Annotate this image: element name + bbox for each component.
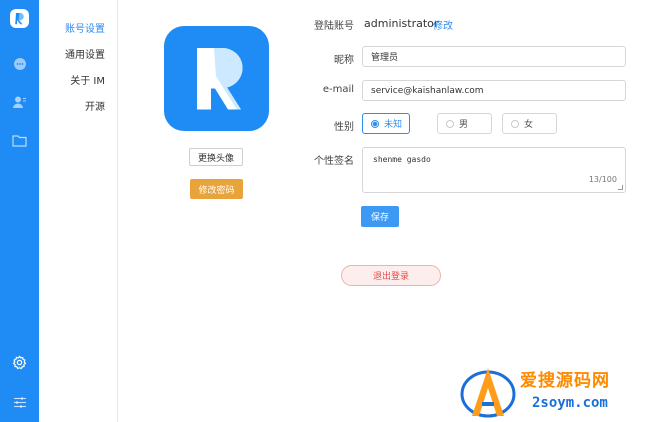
change-avatar-button[interactable]: 更换头像 bbox=[189, 148, 243, 166]
change-password-button[interactable]: 修改密码 bbox=[190, 179, 243, 199]
gender-radio-unknown[interactable]: 未知 bbox=[362, 113, 410, 134]
gender-label: 性别 bbox=[334, 122, 354, 133]
submenu-item-about-im[interactable]: 关于 IM bbox=[70, 72, 105, 87]
icon-rail bbox=[0, 0, 39, 422]
settings-gear-icon[interactable] bbox=[11, 354, 28, 371]
watermark-text-domain: 2soym.com bbox=[532, 395, 608, 411]
app-logo-icon bbox=[197, 48, 243, 110]
account-label: 登陆账号 bbox=[314, 21, 354, 32]
nickname-input[interactable]: 管理员 bbox=[362, 46, 626, 67]
avatar bbox=[164, 26, 269, 131]
submenu-item-open-source[interactable]: 开源 bbox=[85, 98, 105, 113]
submenu-item-general-settings[interactable]: 通用设置 bbox=[65, 46, 105, 61]
edit-account-link[interactable]: 修改 bbox=[433, 17, 453, 32]
logout-button[interactable]: 退出登录 bbox=[341, 265, 441, 286]
sliders-icon[interactable] bbox=[11, 394, 28, 411]
email-input[interactable]: service@kaishanlaw.com bbox=[362, 80, 626, 101]
contacts-icon[interactable] bbox=[11, 93, 28, 110]
nickname-label: 昵称 bbox=[334, 55, 354, 66]
resize-handle-icon[interactable] bbox=[618, 185, 623, 190]
app-logo-icon[interactable] bbox=[10, 9, 29, 28]
signature-value: shenme gasdo bbox=[373, 155, 431, 164]
gender-radio-male[interactable]: 男 bbox=[437, 113, 492, 134]
chat-icon[interactable] bbox=[11, 55, 28, 72]
gender-radio-label: 女 bbox=[524, 120, 534, 130]
radio-empty-icon bbox=[446, 119, 454, 128]
gender-radio-label: 男 bbox=[459, 120, 469, 130]
folder-icon[interactable] bbox=[11, 132, 28, 149]
nickname-value: 管理员 bbox=[371, 53, 399, 63]
settings-submenu: 账号设置 通用设置 关于 IM 开源 bbox=[39, 0, 118, 422]
submenu-item-account-settings[interactable]: 账号设置 bbox=[65, 20, 105, 35]
signature-textarea[interactable]: shenme gasdo 13/100 bbox=[362, 147, 626, 193]
gender-radio-female[interactable]: 女 bbox=[502, 113, 557, 134]
site-watermark: 爱搜源码网 2soym.com bbox=[458, 360, 658, 420]
gender-radio-label: 未知 bbox=[384, 120, 403, 130]
save-button[interactable]: 保存 bbox=[361, 206, 399, 227]
account-settings-panel: 更换头像 修改密码 登陆账号 administrator 修改 昵称 管理员 e… bbox=[118, 0, 660, 422]
email-label: e-mail bbox=[322, 84, 354, 95]
account-value: administrator bbox=[364, 17, 439, 30]
signature-char-count: 13/100 bbox=[588, 175, 617, 184]
radio-empty-icon bbox=[511, 119, 519, 128]
watermark-text-cn: 爱搜源码网 bbox=[520, 371, 610, 391]
watermark-logo-icon bbox=[460, 368, 516, 418]
email-value: service@kaishanlaw.com bbox=[371, 85, 484, 96]
radio-selected-icon bbox=[371, 119, 379, 128]
signature-label: 个性签名 bbox=[314, 156, 354, 167]
